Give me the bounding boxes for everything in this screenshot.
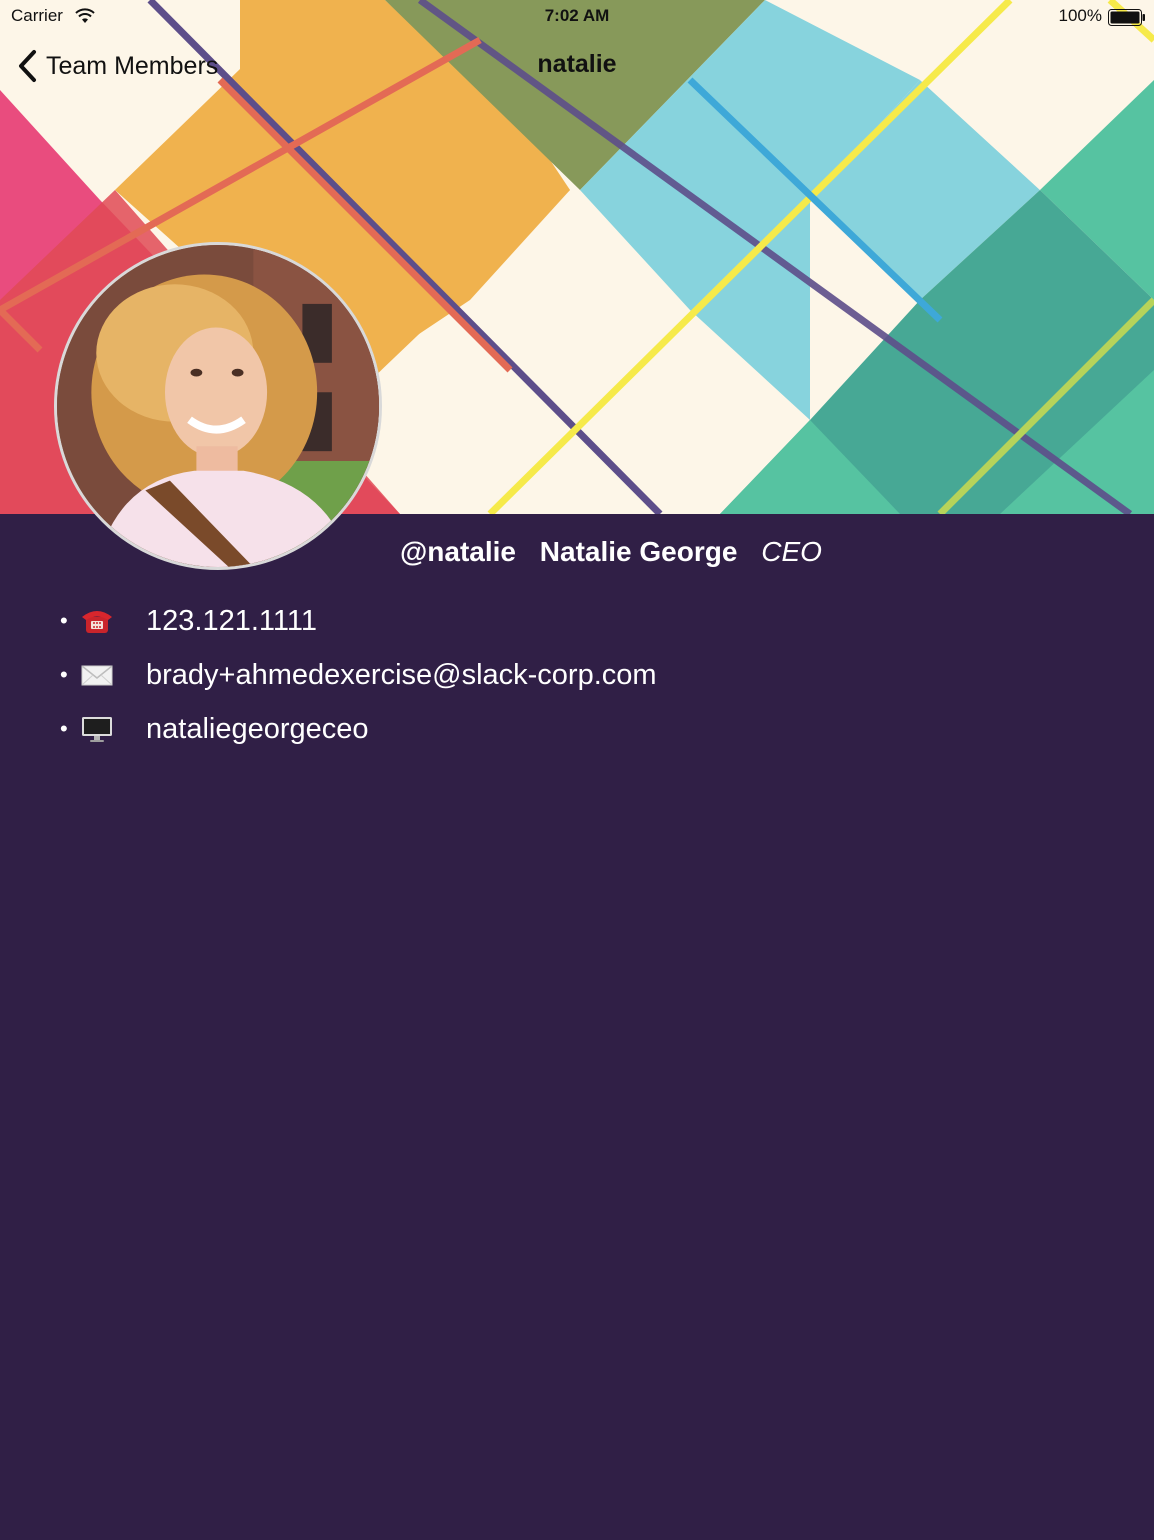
battery-percentage: 100% xyxy=(1058,6,1102,25)
phone-number: 123.121.1111 xyxy=(146,604,317,637)
telephone-icon xyxy=(80,607,114,635)
full-name: Natalie George xyxy=(539,536,738,567)
email-address: brady+ahmedexercise@slack-corp.com xyxy=(146,658,657,691)
bullet: • xyxy=(60,662,68,687)
job-title: CEO xyxy=(761,536,822,567)
contact-phone[interactable]: • 123.121.1111 xyxy=(60,594,657,648)
username-handle: @natalie xyxy=(400,536,517,567)
battery-icon xyxy=(1108,9,1145,26)
contact-email[interactable]: • brady+ahmedexercise@slack-corp.com xyxy=(60,648,657,702)
profile-screen: Carrier 7:02 AM 100% Team Members natali… xyxy=(0,0,1154,1540)
avatar xyxy=(54,242,382,570)
nav-title: natalie xyxy=(537,50,617,78)
bullet: • xyxy=(60,608,68,633)
contact-list: • 123.121.1111 • brady+ahmedexercise@sla… xyxy=(60,594,657,756)
bullet: • xyxy=(60,716,68,741)
status-time: 7:02 AM xyxy=(544,6,610,25)
envelope-icon xyxy=(80,661,114,689)
avatar-photo xyxy=(57,245,379,567)
profile-name-line: @natalie Natalie George CEO xyxy=(400,536,822,568)
computer-monitor-icon xyxy=(80,715,114,743)
username-value: nataliegeorgeceo xyxy=(146,712,369,745)
contact-username[interactable]: • nataliegeorgeceo xyxy=(60,702,657,756)
